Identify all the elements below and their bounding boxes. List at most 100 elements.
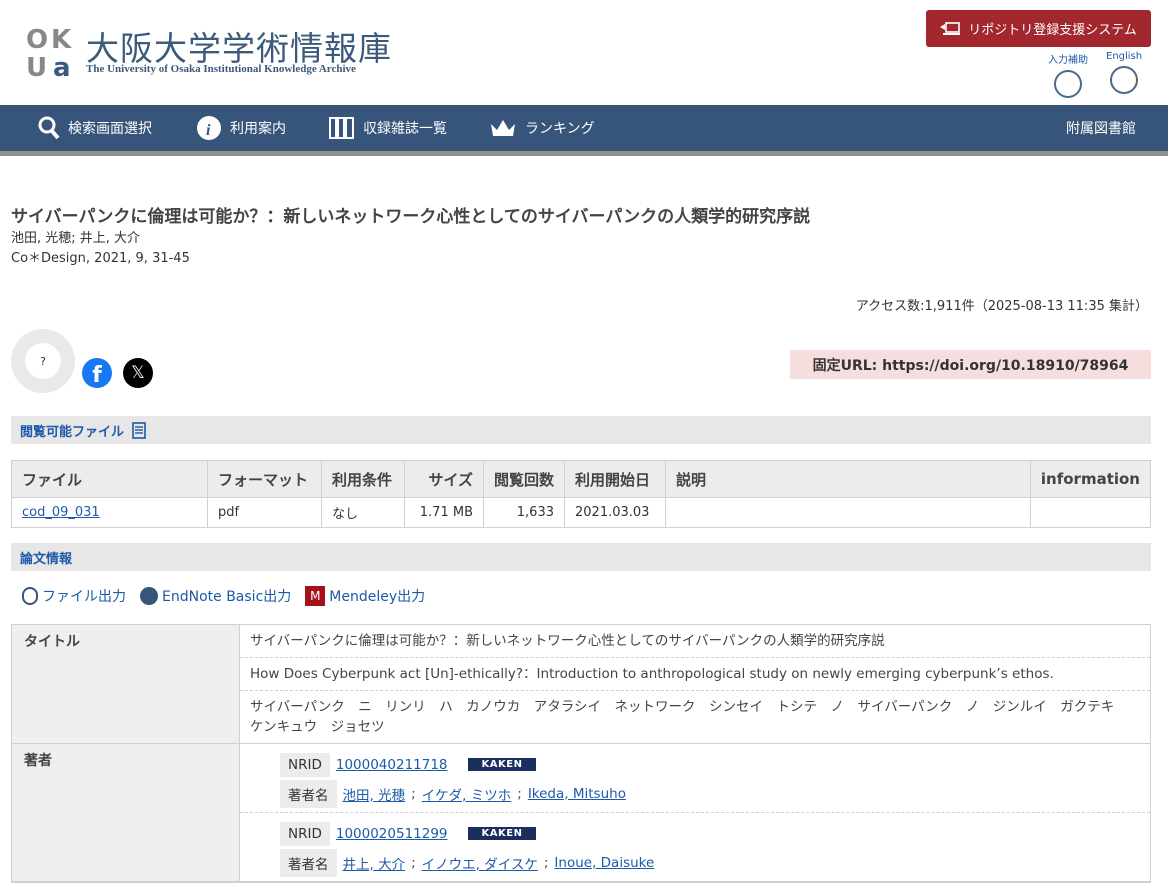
svg-text:U: U bbox=[26, 53, 47, 78]
article-title: サイバーパンクに倫理は可能か？：新しいネットワーク心性としてのサイバーパンクの人… bbox=[11, 207, 811, 227]
nav-library[interactable]: 附属図書館 bbox=[1066, 105, 1136, 151]
meta-value-authors: NRID 1000040211718 KAKEN 著者名 池田, 光穂; イケダ… bbox=[240, 744, 1150, 881]
keyboard-icon bbox=[1054, 70, 1082, 98]
altmetric-score: ? bbox=[25, 343, 61, 379]
svg-text:K: K bbox=[51, 25, 72, 55]
english-label: English bbox=[1106, 51, 1143, 62]
col-views: 閲覧回数 bbox=[483, 460, 565, 498]
files-table: ファイル フォーマット 利用条件 サイズ 閲覧回数 利用開始日 説明 infor… bbox=[11, 460, 1152, 528]
file-information bbox=[1029, 497, 1152, 528]
files-section-header: 閲覧可能ファイル bbox=[11, 416, 1151, 444]
nav-guide[interactable]: i 利用案内 bbox=[196, 105, 286, 151]
file-export-link[interactable]: ファイル出力 bbox=[22, 586, 126, 606]
x-share-icon[interactable]: 𝕏 bbox=[123, 358, 153, 388]
nav-divider bbox=[0, 151, 1168, 156]
col-size: サイズ bbox=[404, 460, 484, 498]
endnote-icon bbox=[140, 587, 158, 605]
info-section-header: 論文情報 bbox=[11, 543, 1151, 571]
nrid-label: NRID bbox=[280, 821, 330, 846]
file-export-label: ファイル出力 bbox=[42, 589, 126, 605]
svg-text:O: O bbox=[26, 25, 48, 55]
kaken-badge[interactable]: KAKEN bbox=[467, 827, 537, 840]
author-name-link[interactable]: 井上, 大介 bbox=[343, 853, 406, 873]
file-description bbox=[665, 497, 1031, 528]
endnote-export-label: EndNote Basic出力 bbox=[162, 589, 292, 605]
title-kana: サイバーパンク ニ リンリ ハ カノウカ アタラシイ ネットワーク シンセイ ト… bbox=[250, 699, 1128, 735]
endnote-export-link[interactable]: EndNote Basic出力 bbox=[140, 586, 291, 606]
access-count: アクセス数:1,911件（2025-08-13 11:35 集計） bbox=[855, 299, 1148, 314]
altmetric-badge[interactable]: ? bbox=[11, 329, 75, 393]
author-kana-link[interactable]: イケダ, ミツホ bbox=[422, 784, 512, 804]
file-start-date: 2021.03.03 bbox=[564, 497, 666, 528]
meta-row-title: タイトル サイバーパンクに倫理は可能か？：新しいネットワーク心性としてのサイバー… bbox=[12, 625, 1150, 744]
file-size: 1.71 MB bbox=[404, 497, 484, 528]
okua-logo-icon[interactable]: O K U a bbox=[26, 24, 78, 78]
nav-guide-label: 利用案内 bbox=[230, 121, 286, 137]
title-english: How Does Cyberpunk act [Un]-ethically?：I… bbox=[240, 658, 1150, 691]
file-link[interactable]: cod_09_031 bbox=[22, 505, 100, 520]
author-name-label: 著者名 bbox=[280, 779, 337, 808]
nav-search[interactable]: 検索画面選択 bbox=[38, 105, 152, 151]
file-export-icon bbox=[22, 587, 38, 605]
site-header: O K U a 大阪大学学術情報庫 The University of Osak… bbox=[0, 0, 1168, 105]
mendeley-export-link[interactable]: M Mendeley出力 bbox=[305, 586, 425, 606]
file-format: pdf bbox=[207, 497, 322, 528]
repository-registration-button[interactable]: リポジトリ登録支援システム bbox=[926, 10, 1151, 47]
svg-text:i: i bbox=[206, 122, 211, 139]
table-row: cod_09_031 pdf なし 1.71 MB 1,633 2021.03.… bbox=[11, 497, 1152, 528]
article-source: Co＊Design, 2021, 9, 31-45 bbox=[11, 251, 190, 266]
col-file: ファイル bbox=[11, 460, 208, 498]
nav-search-label: 検索画面選択 bbox=[68, 121, 152, 137]
nrid-link[interactable]: 1000020511299 bbox=[336, 826, 448, 842]
mendeley-icon: M bbox=[305, 586, 326, 606]
search-icon bbox=[38, 116, 60, 140]
kaken-badge[interactable]: KAKEN bbox=[467, 758, 537, 771]
meta-value-title: サイバーパンクに倫理は可能か？：新しいネットワーク心性としてのサイバーパンクの人… bbox=[240, 625, 1150, 743]
file-views: 1,633 bbox=[483, 497, 565, 528]
repository-registration-label: リポジトリ登録支援システム bbox=[968, 23, 1137, 38]
author-kana-link[interactable]: イノウエ, ダイスケ bbox=[422, 853, 538, 873]
input-help-label: 入力補助 bbox=[1048, 55, 1088, 66]
nav-library-label: 附属図書館 bbox=[1066, 121, 1136, 137]
document-icon bbox=[132, 421, 146, 439]
info-section-title: 論文情報 bbox=[20, 551, 73, 567]
nrid-link[interactable]: 1000040211718 bbox=[336, 757, 448, 773]
books-icon bbox=[329, 117, 354, 139]
input-help-link[interactable]: 入力補助 bbox=[1048, 51, 1088, 98]
info-icon: i bbox=[197, 116, 221, 140]
files-table-header: ファイル フォーマット 利用条件 サイズ 閲覧回数 利用開始日 説明 infor… bbox=[11, 460, 1152, 498]
facebook-share-icon[interactable]: f bbox=[82, 358, 112, 388]
metadata-table: タイトル サイバーパンクに倫理は可能か？：新しいネットワーク心性としてのサイバー… bbox=[11, 624, 1151, 883]
author-romaji-link[interactable]: Inoue, Daisuke bbox=[554, 855, 654, 871]
globe-icon bbox=[1110, 66, 1139, 94]
main-nav: 検索画面選択 i 利用案内 収録雑誌一覧 ランキング 附属図書館 bbox=[0, 105, 1168, 151]
nav-ranking-label: ランキング bbox=[525, 121, 595, 137]
file-conditions: なし bbox=[321, 497, 405, 528]
mendeley-export-label: Mendeley出力 bbox=[329, 589, 426, 605]
meta-label-authors: 著者 bbox=[12, 744, 240, 881]
site-subtitle: The University of Osaka Institutional Kn… bbox=[86, 63, 356, 75]
article-authors: 池田, 光穂; 井上, 大介 bbox=[11, 231, 141, 246]
meta-label-title: タイトル bbox=[12, 625, 240, 743]
author-romaji-link[interactable]: Ikeda, Mitsuho bbox=[528, 786, 626, 802]
crown-icon bbox=[491, 120, 515, 136]
nav-journals[interactable]: 収録雑誌一覧 bbox=[329, 105, 447, 151]
author-name-link[interactable]: 池田, 光穂 bbox=[343, 784, 406, 804]
nav-ranking[interactable]: ランキング bbox=[489, 105, 595, 151]
col-conditions: 利用条件 bbox=[321, 460, 405, 498]
register-icon bbox=[940, 21, 961, 35]
col-format: フォーマット bbox=[207, 460, 322, 498]
english-link[interactable]: English bbox=[1106, 51, 1142, 94]
permanent-url[interactable]: 固定URL: https://doi.org/10.18910/78964 bbox=[790, 350, 1151, 379]
col-start-date: 利用開始日 bbox=[564, 460, 666, 498]
author-entry: NRID 1000020511299 KAKEN 著者名 井上, 大介; イノウ… bbox=[240, 813, 1150, 881]
svg-text:a: a bbox=[53, 53, 71, 78]
export-links: ファイル出力 EndNote Basic出力 M Mendeley出力 bbox=[22, 586, 425, 606]
files-section-title: 閲覧可能ファイル bbox=[20, 424, 125, 440]
col-information: information bbox=[1029, 460, 1152, 498]
nrid-label: NRID bbox=[280, 752, 330, 777]
nav-journals-label: 収録雑誌一覧 bbox=[363, 121, 447, 137]
meta-row-authors: 著者 NRID 1000040211718 KAKEN 著者名 池田, 光穂; … bbox=[12, 744, 1150, 882]
author-entry: NRID 1000040211718 KAKEN 著者名 池田, 光穂; イケダ… bbox=[240, 744, 1150, 813]
author-name-label: 著者名 bbox=[280, 848, 337, 877]
